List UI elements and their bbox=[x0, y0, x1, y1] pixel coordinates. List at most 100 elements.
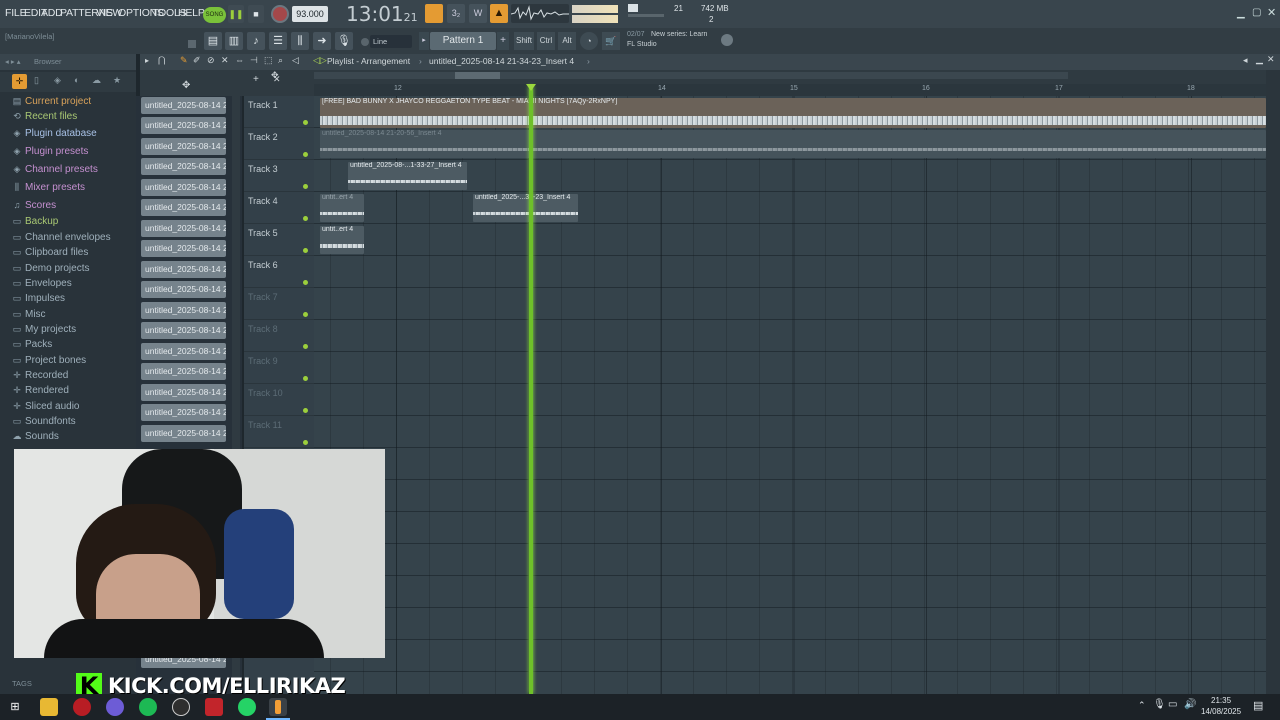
spotify-icon[interactable] bbox=[139, 698, 157, 716]
microphone-icon[interactable]: 🎙 bbox=[335, 32, 353, 50]
playhead-triangle-icon[interactable] bbox=[526, 84, 536, 91]
timeline-scroll-thumb[interactable] bbox=[455, 72, 500, 79]
piano-roll-icon[interactable]: ♪ bbox=[247, 32, 265, 50]
browser-item-impulses[interactable]: ▭ Impulses bbox=[12, 293, 65, 304]
playlist-minimize-icon[interactable]: ▁ bbox=[1256, 54, 1263, 65]
pattern-clip-item[interactable]: untitled_2025-08-14 21-... bbox=[141, 384, 226, 401]
notification-icon[interactable]: ▤ bbox=[1253, 699, 1263, 712]
browser-item-sounds[interactable]: ☁ Sounds bbox=[12, 431, 59, 442]
pattern-clip-item[interactable]: untitled_2025-08-14 21-... bbox=[141, 281, 226, 298]
minimize-icon[interactable]: ▁ bbox=[1237, 8, 1245, 19]
hint-scroll-icon[interactable] bbox=[188, 40, 196, 48]
browser-tags-label[interactable]: TAGS bbox=[12, 679, 32, 688]
pattern-clip-item[interactable]: untitled_2025-08-14 21-... bbox=[141, 158, 226, 175]
pattern-clip-item[interactable]: untitled_2025-08-14 21-... bbox=[141, 97, 226, 114]
audio-clip[interactable]: [FREE] BAD BUNNY X JHAYCO REGGAETON TYPE… bbox=[320, 98, 1266, 128]
pattern-clip-item[interactable]: untitled_2025-08-14 21-... bbox=[141, 261, 226, 278]
browser-plugin-icon[interactable]: ◈ bbox=[54, 75, 61, 86]
voicemeeter-icon[interactable] bbox=[205, 698, 223, 716]
track-header[interactable]: Track 1 bbox=[244, 96, 314, 128]
browser-item-plugin-database[interactable]: ◈ Plugin database bbox=[12, 128, 97, 139]
master-pitch-meter[interactable] bbox=[572, 15, 618, 23]
pattern-clip-item[interactable]: untitled_2025-08-14 21-... bbox=[141, 363, 226, 380]
audio-clip[interactable]: untitled_2025-08-14 21-20-56_Insert 4 bbox=[320, 130, 1266, 158]
track-mute-led[interactable] bbox=[303, 152, 308, 157]
browser-item-envelopes[interactable]: ▭ Envelopes bbox=[12, 278, 72, 289]
song-mode-toggle[interactable]: SONG bbox=[203, 7, 226, 23]
pattern-selector[interactable]: Pattern 1 bbox=[430, 32, 496, 50]
windows-start-icon[interactable]: ⊞ bbox=[6, 698, 24, 716]
playlist-close-icon[interactable]: ✕ bbox=[1267, 54, 1275, 65]
metronome-icon[interactable]: ▲ bbox=[490, 4, 508, 23]
cpu-gauge-icon[interactable]: ◔ bbox=[580, 32, 598, 50]
track-header[interactable]: Track 4 bbox=[244, 192, 314, 224]
browser-item-demo-projects[interactable]: ▭ Demo projects bbox=[12, 263, 90, 274]
channel-scroll-icon[interactable]: ✥ bbox=[182, 80, 190, 91]
pattern-clip-item[interactable]: untitled_2025-08-14 21-... bbox=[141, 322, 226, 339]
song-time-display[interactable]: 13:0121 bbox=[346, 2, 418, 26]
record-icon[interactable] bbox=[271, 5, 289, 23]
browser-nav-arrows-icon[interactable]: ◂ ▸ ▴ bbox=[5, 57, 20, 66]
track-mute-led[interactable] bbox=[303, 344, 308, 349]
alt-key-button[interactable]: Alt bbox=[558, 32, 576, 50]
news-title[interactable]: New series: Learn bbox=[651, 31, 707, 38]
track-header[interactable]: Track 8 bbox=[244, 320, 314, 352]
mute-tool-icon[interactable]: ✕ bbox=[221, 55, 229, 66]
track-mute-led[interactable] bbox=[303, 408, 308, 413]
track-mute-led[interactable] bbox=[303, 120, 308, 125]
pattern-clip-item[interactable]: untitled_2025-08-14 21-... bbox=[141, 117, 226, 134]
browser-item-channel-envelopes[interactable]: ▭ Channel envelopes bbox=[12, 232, 111, 243]
pattern-clip-item[interactable]: untitled_2025-08-14 21-... bbox=[141, 179, 226, 196]
opera-browser-icon[interactable] bbox=[73, 698, 91, 716]
wait-record-icon[interactable]: W bbox=[469, 4, 487, 23]
browser-item-scores[interactable]: ♫ Scores bbox=[12, 200, 57, 211]
tray-speaker-icon[interactable]: 🔊 bbox=[1184, 699, 1196, 710]
browser-item-backup[interactable]: ▭ Backup bbox=[12, 216, 59, 227]
chat-app-icon[interactable] bbox=[106, 698, 124, 716]
browser-item-current-project[interactable]: ▤ Current project bbox=[12, 96, 91, 107]
browser-item-recent-files[interactable]: ⟲ Recent files bbox=[12, 111, 77, 122]
browser-audio-icon[interactable]: ◐ bbox=[74, 75, 79, 85]
playlist-vertical-scrollbar[interactable] bbox=[1266, 70, 1280, 694]
playback-position-marker[interactable] bbox=[529, 86, 533, 694]
track-header[interactable]: Track 3 bbox=[244, 160, 314, 192]
tray-mic-icon[interactable]: 🎙 bbox=[1153, 699, 1166, 710]
playlist-menu-arrow-icon[interactable]: ▸ bbox=[145, 56, 149, 65]
track-mute-led[interactable] bbox=[303, 312, 308, 317]
track-header[interactable]: Track 9 bbox=[244, 352, 314, 384]
browser-star-icon[interactable]: ★ bbox=[113, 75, 121, 86]
browser-item-project-bones[interactable]: ▭ Project bones bbox=[12, 355, 86, 366]
whatsapp-icon[interactable] bbox=[238, 698, 256, 716]
track-header[interactable]: Track 5 bbox=[244, 224, 314, 256]
pattern-clip-item[interactable]: untitled_2025-08-14 21-... bbox=[141, 425, 226, 442]
pattern-clip-item[interactable]: untitled_2025-08-14 21-... bbox=[141, 240, 226, 257]
draw-tool-icon[interactable]: ✎ bbox=[180, 55, 188, 66]
track-header[interactable]: Track 2 bbox=[244, 128, 314, 160]
tempo-display[interactable]: 93.000 bbox=[292, 6, 328, 22]
shift-key-button[interactable]: Shift bbox=[514, 32, 534, 50]
track-mute-led[interactable] bbox=[303, 376, 308, 381]
pattern-add-icon[interactable]: + bbox=[497, 32, 509, 50]
browser-item-mixer-presets[interactable]: ⫼ Mixer presets bbox=[12, 182, 85, 193]
playlist-window-icon[interactable]: ▤ bbox=[204, 32, 222, 50]
browser-item-clipboard-files[interactable]: ▭ Clipboard files bbox=[12, 247, 89, 258]
track-header[interactable]: Track 6 bbox=[244, 256, 314, 288]
paint-tool-icon[interactable]: ✐ bbox=[193, 55, 201, 66]
track-mute-led[interactable] bbox=[303, 248, 308, 253]
slice-tool-icon[interactable]: ⊣ bbox=[250, 55, 258, 66]
browser-item-rendered[interactable]: ✛ Rendered bbox=[12, 385, 69, 396]
pattern-clip-item[interactable]: untitled_2025-08-14 21-... bbox=[141, 138, 226, 155]
delete-tool-icon[interactable]: ⊘ bbox=[207, 55, 215, 66]
mixer-icon[interactable]: ☰ bbox=[269, 32, 287, 50]
tray-chevron-icon[interactable]: ⌃ bbox=[1138, 700, 1146, 711]
snap-select[interactable]: Line bbox=[370, 35, 412, 48]
track-header[interactable]: Track 11 bbox=[244, 416, 314, 448]
pattern-clip-item[interactable]: untitled_2025-08-14 21-... bbox=[141, 302, 226, 319]
track-add-icon[interactable]: + bbox=[253, 74, 259, 85]
close-icon[interactable]: ✕ bbox=[1267, 6, 1276, 19]
pattern-clip-item[interactable]: untitled_2025-08-14 21-... bbox=[141, 343, 226, 360]
shop-cart-icon[interactable]: 🛒 bbox=[602, 32, 620, 50]
pause-icon[interactable]: ❚❚ bbox=[228, 5, 244, 23]
browser-file-icon[interactable]: ▯ bbox=[34, 75, 39, 86]
menu-help[interactable]: HELP bbox=[178, 7, 205, 19]
